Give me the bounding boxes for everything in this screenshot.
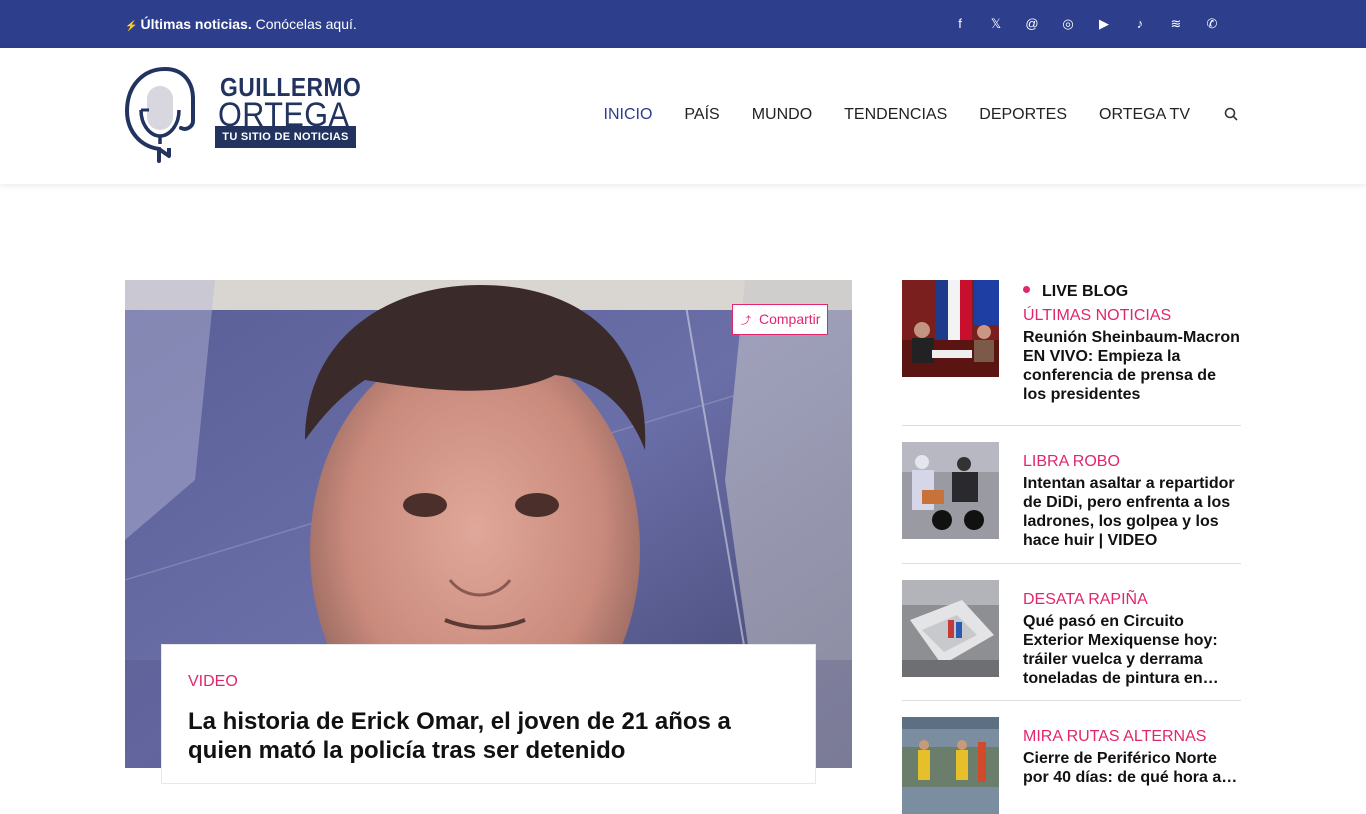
featured-category[interactable]: VIDEO <box>188 673 789 691</box>
top-bar: ⚡ Últimas noticias. Conócelas aquí. f 𝕏 @… <box>0 0 1366 48</box>
breaking-news-ticker[interactable]: ⚡ Últimas noticias. Conócelas aquí. <box>125 16 357 35</box>
twitter-icon[interactable]: 𝕏 <box>978 14 1014 34</box>
news-thumbnail[interactable] <box>902 580 999 677</box>
news-thumbnail[interactable] <box>902 280 999 377</box>
youtube-icon[interactable]: ▶ <box>1086 14 1122 34</box>
list-item[interactable]: MIRA RUTAS ALTERNAS Cierre de Periférico… <box>902 701 1241 814</box>
news-headline[interactable]: Intentan asaltar a repartidor de DiDi, p… <box>1023 474 1241 550</box>
ticker-bold-label: Últimas noticias. <box>140 16 252 32</box>
main-nav: INICIO PAÍS MUNDO TENDENCIAS DEPORTES OR… <box>572 106 1238 124</box>
tiktok-icon[interactable]: ♪ <box>1122 14 1158 34</box>
search-icon[interactable] <box>1224 107 1238 124</box>
nav-item-deportes[interactable]: DEPORTES <box>979 106 1067 124</box>
nav-item-tendencias[interactable]: TENDENCIAS <box>844 106 947 124</box>
news-category[interactable]: DESATA RAPIÑA <box>1023 590 1241 610</box>
news-category[interactable]: ÚLTIMAS NOTICIAS <box>1023 306 1241 326</box>
microphone-logo-icon <box>125 66 195 163</box>
ticker-link[interactable]: Conócelas aquí. <box>256 16 357 32</box>
nav-item-ortega-tv[interactable]: ORTEGA TV <box>1099 106 1190 124</box>
social-links: f 𝕏 @ ◎ ▶ ♪ ≋ ✆ <box>942 14 1230 34</box>
list-item[interactable]: DESATA RAPIÑA Qué pasó en Circuito Exter… <box>902 564 1241 701</box>
site-logo[interactable]: GUILLERMO ORTEGA TU SITIO DE NOTICIAS <box>125 66 365 166</box>
news-category[interactable]: MIRA RUTAS ALTERNAS <box>1023 727 1241 747</box>
site-header: GUILLERMO ORTEGA TU SITIO DE NOTICIAS IN… <box>0 48 1366 184</box>
nav-item-inicio[interactable]: INICIO <box>604 106 653 124</box>
news-headline[interactable]: Reunión Sheinbaum-Macron EN VIVO: Empiez… <box>1023 328 1241 404</box>
sidebar-news-list: LIVE BLOG ÚLTIMAS NOTICIAS Reunión Shein… <box>902 280 1241 814</box>
live-dot-icon <box>1023 285 1030 293</box>
nav-item-pais[interactable]: PAÍS <box>684 106 719 124</box>
live-blog-label: LIVE BLOG <box>1023 282 1241 302</box>
featured-article-card[interactable]: VIDEO La historia de Erick Omar, el jove… <box>161 644 816 784</box>
share-icon: ⤴ <box>741 316 751 327</box>
news-thumbnail[interactable] <box>902 442 999 539</box>
threads-icon[interactable]: @ <box>1014 14 1050 34</box>
share-label: Compartir <box>759 311 821 327</box>
brand-tagline: TU SITIO DE NOTICIAS <box>215 126 356 148</box>
news-headline[interactable]: Cierre de Periférico Norte por 40 días: … <box>1023 749 1241 787</box>
featured-title[interactable]: La historia de Erick Omar, el joven de 2… <box>188 707 789 765</box>
news-category[interactable]: LIBRA ROBO <box>1023 452 1241 472</box>
nav-item-mundo[interactable]: MUNDO <box>752 106 812 124</box>
list-item[interactable]: LIBRA ROBO Intentan asaltar a repartidor… <box>902 426 1241 564</box>
news-thumbnail[interactable] <box>902 717 999 814</box>
spotify-icon[interactable]: ≋ <box>1158 14 1194 34</box>
news-headline[interactable]: Qué pasó en Circuito Exterior Mexiquense… <box>1023 612 1241 688</box>
share-button[interactable]: ⤴ Compartir <box>732 304 828 335</box>
list-item[interactable]: LIVE BLOG ÚLTIMAS NOTICIAS Reunión Shein… <box>902 280 1241 426</box>
whatsapp-icon[interactable]: ✆ <box>1194 14 1230 34</box>
bolt-icon: ⚡ <box>125 21 138 32</box>
facebook-icon[interactable]: f <box>942 14 978 34</box>
instagram-icon[interactable]: ◎ <box>1050 14 1086 34</box>
